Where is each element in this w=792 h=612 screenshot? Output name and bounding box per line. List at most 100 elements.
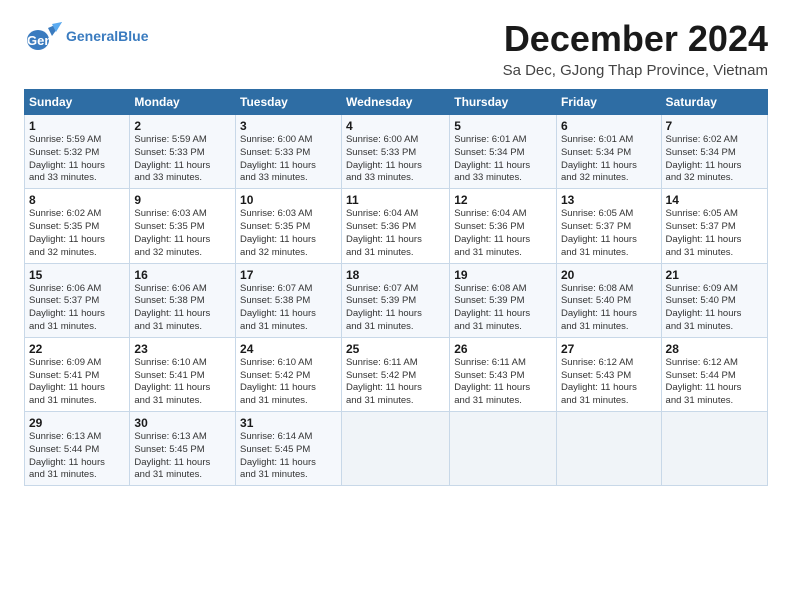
day-info: Sunrise: 6:05 AM Sunset: 5:37 PM Dayligh…	[561, 208, 657, 259]
day-number: 21	[666, 268, 763, 282]
day-info: Sunrise: 6:01 AM Sunset: 5:34 PM Dayligh…	[561, 134, 657, 185]
day-number: 20	[561, 268, 657, 282]
day-info: Sunrise: 6:09 AM Sunset: 5:40 PM Dayligh…	[666, 283, 763, 334]
day-number: 9	[134, 193, 231, 207]
day-number: 12	[454, 193, 552, 207]
day-info: Sunrise: 6:11 AM Sunset: 5:42 PM Dayligh…	[346, 357, 445, 408]
day-number: 3	[240, 119, 337, 133]
calendar-cell: 11Sunrise: 6:04 AM Sunset: 5:36 PM Dayli…	[341, 189, 449, 263]
day-number: 31	[240, 416, 337, 430]
title-block: December 2024 Sa Dec, GJong Thap Provinc…	[503, 18, 768, 79]
calendar-cell	[661, 412, 767, 486]
day-number: 16	[134, 268, 231, 282]
calendar-cell	[450, 412, 557, 486]
week-row-3: 15Sunrise: 6:06 AM Sunset: 5:37 PM Dayli…	[25, 263, 768, 337]
sub-title: Sa Dec, GJong Thap Province, Vietnam	[503, 62, 768, 79]
header: Gen GeneralBlue December 2024 Sa Dec, GJ…	[24, 18, 768, 79]
day-number: 29	[29, 416, 125, 430]
calendar-cell: 23Sunrise: 6:10 AM Sunset: 5:41 PM Dayli…	[130, 337, 236, 411]
calendar-cell: 14Sunrise: 6:05 AM Sunset: 5:37 PM Dayli…	[661, 189, 767, 263]
week-row-5: 29Sunrise: 6:13 AM Sunset: 5:44 PM Dayli…	[25, 412, 768, 486]
day-info: Sunrise: 6:05 AM Sunset: 5:37 PM Dayligh…	[666, 208, 763, 259]
calendar-cell: 3Sunrise: 6:00 AM Sunset: 5:33 PM Daylig…	[236, 115, 342, 189]
col-header-thursday: Thursday	[450, 90, 557, 115]
svg-text:Gen: Gen	[27, 33, 52, 48]
calendar-cell: 31Sunrise: 6:14 AM Sunset: 5:45 PM Dayli…	[236, 412, 342, 486]
day-info: Sunrise: 6:13 AM Sunset: 5:45 PM Dayligh…	[134, 431, 231, 482]
day-number: 4	[346, 119, 445, 133]
calendar-cell: 1Sunrise: 5:59 AM Sunset: 5:32 PM Daylig…	[25, 115, 130, 189]
day-info: Sunrise: 6:03 AM Sunset: 5:35 PM Dayligh…	[240, 208, 337, 259]
day-info: Sunrise: 6:10 AM Sunset: 5:42 PM Dayligh…	[240, 357, 337, 408]
col-header-monday: Monday	[130, 90, 236, 115]
col-header-wednesday: Wednesday	[341, 90, 449, 115]
day-number: 8	[29, 193, 125, 207]
calendar-cell: 18Sunrise: 6:07 AM Sunset: 5:39 PM Dayli…	[341, 263, 449, 337]
day-number: 5	[454, 119, 552, 133]
day-number: 25	[346, 342, 445, 356]
day-info: Sunrise: 6:02 AM Sunset: 5:35 PM Dayligh…	[29, 208, 125, 259]
day-info: Sunrise: 6:07 AM Sunset: 5:39 PM Dayligh…	[346, 283, 445, 334]
col-header-tuesday: Tuesday	[236, 90, 342, 115]
day-info: Sunrise: 6:00 AM Sunset: 5:33 PM Dayligh…	[346, 134, 445, 185]
day-info: Sunrise: 6:06 AM Sunset: 5:37 PM Dayligh…	[29, 283, 125, 334]
day-number: 19	[454, 268, 552, 282]
calendar-cell: 25Sunrise: 6:11 AM Sunset: 5:42 PM Dayli…	[341, 337, 449, 411]
day-info: Sunrise: 5:59 AM Sunset: 5:33 PM Dayligh…	[134, 134, 231, 185]
day-number: 6	[561, 119, 657, 133]
day-number: 28	[666, 342, 763, 356]
calendar-table: SundayMondayTuesdayWednesdayThursdayFrid…	[24, 89, 768, 486]
calendar-cell: 10Sunrise: 6:03 AM Sunset: 5:35 PM Dayli…	[236, 189, 342, 263]
day-info: Sunrise: 6:00 AM Sunset: 5:33 PM Dayligh…	[240, 134, 337, 185]
calendar-cell: 4Sunrise: 6:00 AM Sunset: 5:33 PM Daylig…	[341, 115, 449, 189]
day-number: 22	[29, 342, 125, 356]
day-info: Sunrise: 6:14 AM Sunset: 5:45 PM Dayligh…	[240, 431, 337, 482]
calendar-cell: 8Sunrise: 6:02 AM Sunset: 5:35 PM Daylig…	[25, 189, 130, 263]
logo: Gen GeneralBlue	[24, 18, 148, 56]
calendar-cell: 15Sunrise: 6:06 AM Sunset: 5:37 PM Dayli…	[25, 263, 130, 337]
week-row-1: 1Sunrise: 5:59 AM Sunset: 5:32 PM Daylig…	[25, 115, 768, 189]
day-number: 13	[561, 193, 657, 207]
logo-general: General	[66, 28, 118, 44]
day-number: 11	[346, 193, 445, 207]
day-number: 15	[29, 268, 125, 282]
calendar-cell: 20Sunrise: 6:08 AM Sunset: 5:40 PM Dayli…	[556, 263, 661, 337]
calendar-cell: 24Sunrise: 6:10 AM Sunset: 5:42 PM Dayli…	[236, 337, 342, 411]
calendar-cell: 21Sunrise: 6:09 AM Sunset: 5:40 PM Dayli…	[661, 263, 767, 337]
day-info: Sunrise: 6:12 AM Sunset: 5:43 PM Dayligh…	[561, 357, 657, 408]
calendar-cell: 7Sunrise: 6:02 AM Sunset: 5:34 PM Daylig…	[661, 115, 767, 189]
logo-blue: Blue	[118, 28, 148, 44]
calendar-cell: 16Sunrise: 6:06 AM Sunset: 5:38 PM Dayli…	[130, 263, 236, 337]
calendar-cell: 5Sunrise: 6:01 AM Sunset: 5:34 PM Daylig…	[450, 115, 557, 189]
day-info: Sunrise: 6:10 AM Sunset: 5:41 PM Dayligh…	[134, 357, 231, 408]
day-number: 23	[134, 342, 231, 356]
day-number: 27	[561, 342, 657, 356]
main-title: December 2024	[503, 18, 768, 60]
calendar-cell: 28Sunrise: 6:12 AM Sunset: 5:44 PM Dayli…	[661, 337, 767, 411]
calendar-cell: 12Sunrise: 6:04 AM Sunset: 5:36 PM Dayli…	[450, 189, 557, 263]
day-number: 24	[240, 342, 337, 356]
calendar-cell: 27Sunrise: 6:12 AM Sunset: 5:43 PM Dayli…	[556, 337, 661, 411]
day-number: 1	[29, 119, 125, 133]
day-number: 18	[346, 268, 445, 282]
day-info: Sunrise: 6:06 AM Sunset: 5:38 PM Dayligh…	[134, 283, 231, 334]
week-row-4: 22Sunrise: 6:09 AM Sunset: 5:41 PM Dayli…	[25, 337, 768, 411]
col-header-friday: Friday	[556, 90, 661, 115]
col-header-saturday: Saturday	[661, 90, 767, 115]
day-info: Sunrise: 6:02 AM Sunset: 5:34 PM Dayligh…	[666, 134, 763, 185]
day-info: Sunrise: 6:01 AM Sunset: 5:34 PM Dayligh…	[454, 134, 552, 185]
page: Gen GeneralBlue December 2024 Sa Dec, GJ…	[0, 0, 792, 612]
day-number: 7	[666, 119, 763, 133]
day-info: Sunrise: 6:08 AM Sunset: 5:39 PM Dayligh…	[454, 283, 552, 334]
col-header-sunday: Sunday	[25, 90, 130, 115]
calendar-cell: 9Sunrise: 6:03 AM Sunset: 5:35 PM Daylig…	[130, 189, 236, 263]
day-info: Sunrise: 6:07 AM Sunset: 5:38 PM Dayligh…	[240, 283, 337, 334]
day-info: Sunrise: 6:13 AM Sunset: 5:44 PM Dayligh…	[29, 431, 125, 482]
day-info: Sunrise: 6:04 AM Sunset: 5:36 PM Dayligh…	[454, 208, 552, 259]
day-info: Sunrise: 5:59 AM Sunset: 5:32 PM Dayligh…	[29, 134, 125, 185]
calendar-cell: 30Sunrise: 6:13 AM Sunset: 5:45 PM Dayli…	[130, 412, 236, 486]
day-number: 17	[240, 268, 337, 282]
day-info: Sunrise: 6:11 AM Sunset: 5:43 PM Dayligh…	[454, 357, 552, 408]
week-row-2: 8Sunrise: 6:02 AM Sunset: 5:35 PM Daylig…	[25, 189, 768, 263]
day-info: Sunrise: 6:08 AM Sunset: 5:40 PM Dayligh…	[561, 283, 657, 334]
